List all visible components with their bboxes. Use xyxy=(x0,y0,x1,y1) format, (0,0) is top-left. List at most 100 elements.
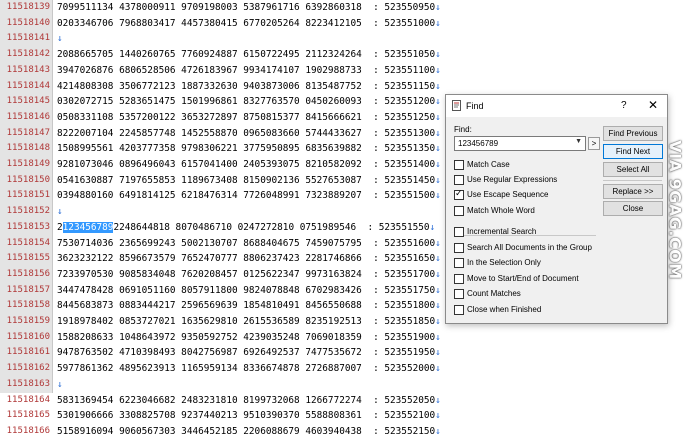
line-content[interactable]: 9478763502 4710398493 8042756987 6926492… xyxy=(57,345,441,360)
line-break-icon: ↓ xyxy=(435,159,441,170)
line-content[interactable]: ↓ xyxy=(57,204,63,219)
line-text: 8222007104 2245857748 1452558870 0965083… xyxy=(57,127,436,139)
checkbox-box[interactable] xyxy=(454,242,464,253)
line-content[interactable]: 3447478428 0691051160 8057911800 9824078… xyxy=(57,283,441,298)
line-break-icon: ↓ xyxy=(435,64,441,76)
line-break-icon: ↓ xyxy=(435,174,441,186)
line-content[interactable]: 5977861362 4895623913 1165959134 8336674… xyxy=(57,361,441,376)
find-previous-button[interactable]: Find Previous xyxy=(603,126,663,141)
line-number: 11518151 xyxy=(6,190,50,201)
line-content[interactable]: 0394880160 6491814125 6218476314 7726048… xyxy=(57,188,441,203)
line-number: 11518165 xyxy=(6,410,50,421)
checkbox-box[interactable]: ✓ xyxy=(454,188,464,201)
editor-line[interactable]: 11518161 9478763502 4710398493 8042756987… xyxy=(0,345,700,360)
line-text: 0508331108 5357200122 3653272897 8750815… xyxy=(57,111,436,123)
line-content[interactable]: 5158916094 9060567303 3446452185 2206088… xyxy=(57,424,441,439)
replace-button[interactable]: Replace >> xyxy=(603,184,663,199)
line-break-icon: ↓ xyxy=(435,410,441,422)
dialog-titlebar[interactable]: Find ? ✕ xyxy=(446,95,667,117)
line-content[interactable]: 7233970530 9085834048 7620208457 0125622… xyxy=(57,267,441,282)
editor-line[interactable]: 11518166 5158916094 9060567303 3446452185… xyxy=(0,424,700,439)
checkbox-box[interactable] xyxy=(454,289,464,299)
line-content[interactable]: ↓ xyxy=(57,31,63,46)
editor-line[interactable]: 11518160 1588208633 1048643972 9350592752… xyxy=(0,330,700,345)
editor-line[interactable]: 11518142 2088665705 1440260765 7760924887… xyxy=(0,47,700,62)
editor-line[interactable]: 11518165 5301906666 3308825708 9237440213… xyxy=(0,408,700,423)
line-number: 11518162 xyxy=(6,363,50,374)
line-content[interactable]: 3947026876 6806528506 4726183967 9934174… xyxy=(57,63,441,78)
line-number: 11518147 xyxy=(6,127,50,138)
checkbox-box[interactable] xyxy=(454,205,464,216)
editor-line[interactable]: 11518164 5831369454 6223046682 2483231810… xyxy=(0,393,700,408)
editor-line[interactable]: 11518139 7099511134 4378000911 9709198003… xyxy=(0,0,700,15)
line-content[interactable]: 2088665705 1440260765 7760924887 6150722… xyxy=(57,47,441,62)
find-input[interactable] xyxy=(455,137,570,150)
line-content[interactable]: 0541630887 7197655853 1189673408 8150902… xyxy=(57,173,441,188)
line-number: 11518160 xyxy=(6,331,50,342)
option-label: Close when Finished xyxy=(467,304,542,314)
editor-line[interactable]: 11518162 5977861362 4895623913 1165959134… xyxy=(0,361,700,376)
editor-line[interactable]: 11518140 0203346706 7968803417 4457380415… xyxy=(0,16,700,31)
line-break-icon: ↓ xyxy=(435,237,441,249)
checkbox-box[interactable] xyxy=(454,304,464,315)
line-content[interactable]: 4214808308 3506772123 1887332630 9403873… xyxy=(57,79,441,94)
line-content[interactable]: 0508331108 5357200122 3653272897 8750815… xyxy=(57,110,441,125)
line-text: 0203346706 7968803417 4457380415 6770205… xyxy=(57,17,436,29)
line-content[interactable]: 3623232122 8596673579 7652470777 8806237… xyxy=(57,251,441,266)
find-dialog[interactable]: Find ? ✕ Find: ▼ > Find Previous Find Ne… xyxy=(445,94,668,324)
chevron-down-icon[interactable]: ▼ xyxy=(575,138,582,145)
checkbox-box[interactable] xyxy=(454,258,464,268)
line-content[interactable]: 0203346706 7968803417 4457380415 6770205… xyxy=(57,16,441,31)
search-match-highlight[interactable]: 123456789 xyxy=(62,221,114,233)
close-icon[interactable]: ✕ xyxy=(648,98,658,112)
line-content[interactable]: 5301906666 3308825708 9237440213 9510390… xyxy=(57,408,441,423)
line-break-icon: ↓ xyxy=(435,425,441,437)
line-content[interactable]: 7530714036 2365699243 5002130707 8688404… xyxy=(57,236,441,251)
line-number: 11518153 xyxy=(6,221,50,232)
line-content[interactable]: 8445683873 0883444217 2596569639 1854810… xyxy=(57,298,441,313)
editor-line[interactable]: 11518163 ↓ xyxy=(0,377,700,392)
option-label: Count Matches xyxy=(467,289,521,298)
line-text: 9281073046 0896496043 6157041400 2405393… xyxy=(57,159,436,170)
select-all-button[interactable]: Select All xyxy=(603,162,663,177)
line-number: 11518154 xyxy=(6,237,50,248)
line-text: 2088665705 1440260765 7760924887 6150722… xyxy=(57,49,436,61)
checkbox-box[interactable] xyxy=(454,227,464,237)
line-text: 4214808308 3506772123 1887332630 9403873… xyxy=(57,80,436,92)
editor-line[interactable]: 11518141 ↓ xyxy=(0,31,700,46)
line-content[interactable]: ↓ xyxy=(57,377,63,392)
line-content[interactable]: 1918978402 0853727021 1635629810 2615536… xyxy=(57,314,441,329)
line-number: 11518140 xyxy=(6,17,50,28)
line-content[interactable]: 0302072715 5283651475 1501996861 8327763… xyxy=(57,94,441,109)
close-button[interactable]: Close xyxy=(603,201,663,216)
line-break-icon: ↓ xyxy=(57,206,63,218)
help-button[interactable]: ? xyxy=(621,100,627,111)
line-break-icon: ↓ xyxy=(435,96,441,108)
line-content[interactable]: 8222007104 2245857748 1452558870 0965083… xyxy=(57,126,441,141)
line-text-prefix: 2 xyxy=(57,221,63,233)
line-number: 11518149 xyxy=(6,159,50,169)
editor-line[interactable]: 11518143 3947026876 6806528506 4726183967… xyxy=(0,63,700,78)
line-content[interactable]: 21234567892248644818 8070486710 02472728… xyxy=(57,220,435,235)
find-app-icon xyxy=(452,100,461,111)
checkbox-box[interactable] xyxy=(454,175,464,186)
line-break-icon: ↓ xyxy=(435,284,441,296)
line-text: 3623232122 8596673579 7652470777 8806237… xyxy=(57,253,436,265)
line-content[interactable]: 1508995561 4203777358 9798306221 3775950… xyxy=(57,141,441,156)
line-number: 11518156 xyxy=(6,268,50,279)
line-text: 5831369454 6223046682 2483231810 8199732… xyxy=(57,394,436,406)
checkbox-box[interactable] xyxy=(454,273,464,284)
find-next-button[interactable]: Find Next xyxy=(603,144,663,159)
line-content[interactable]: 5831369454 6223046682 2483231810 8199732… xyxy=(57,393,441,408)
editor-line[interactable]: 11518144 4214808308 3506772123 1887332630… xyxy=(0,79,700,94)
find-combobox[interactable]: ▼ xyxy=(454,136,586,151)
line-break-icon: ↓ xyxy=(435,80,441,92)
checkbox-box[interactable] xyxy=(454,160,464,170)
option-label: Use Escape Sequence xyxy=(467,190,549,200)
line-number: 11518158 xyxy=(6,300,50,311)
watermark-text: VIA 9GAG.COM xyxy=(665,140,685,280)
expand-options-button[interactable]: > xyxy=(588,137,600,150)
line-content[interactable]: 9281073046 0896496043 6157041400 2405393… xyxy=(57,157,441,172)
line-content[interactable]: 1588208633 1048643972 9350592752 4239035… xyxy=(57,330,441,345)
line-content[interactable]: 7099511134 4378000911 9709198003 5387961… xyxy=(57,0,441,15)
